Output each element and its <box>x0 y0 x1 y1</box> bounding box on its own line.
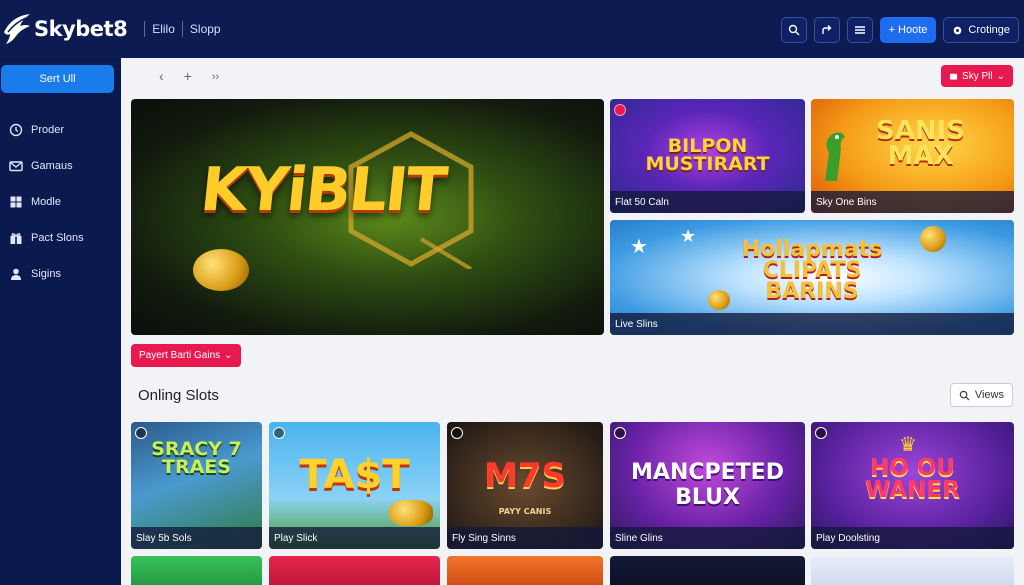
stay-dropdown-button[interactable]: Sky Pll ⌄ <box>941 65 1013 87</box>
slot-subtitle: PAYY CANIS <box>498 507 552 516</box>
featured-tile-bilpon[interactable]: BILPON MUSTIRART Flat 50 Caln <box>610 99 805 213</box>
sidebar-item-modle[interactable]: Modle <box>9 195 61 209</box>
slot-tile-partial[interactable] <box>610 556 805 585</box>
brand-logo[interactable]: Skybet8 <box>2 12 128 46</box>
back-icon[interactable]: ‹ <box>159 68 164 86</box>
search-button[interactable] <box>780 17 807 43</box>
gold-coin-icon <box>389 500 433 526</box>
slot-tile-partial[interactable] <box>131 556 262 585</box>
settings-icon <box>954 26 962 34</box>
sidebar-item-pact-slons[interactable]: Pact Slons <box>9 231 84 245</box>
top-actions: + Hoote Crotinge <box>780 17 1019 43</box>
share-arrow-icon <box>821 25 832 34</box>
badge-icon <box>614 104 626 116</box>
chevron-down-icon: ⌄ <box>996 70 1005 82</box>
crotinge-button[interactable]: Crotinge <box>943 17 1019 43</box>
top-bar: Skybet8 Elilo Slopp + Hoote Crotinge <box>0 0 1024 58</box>
hamburger-icon <box>854 26 865 34</box>
user-icon <box>11 268 21 280</box>
featured-title: SANIS MAX <box>875 116 965 171</box>
crown-icon: ♛ <box>899 434 917 456</box>
sidebar-item-label: Modle <box>31 196 61 208</box>
home-button[interactable]: + Hoote <box>879 17 937 43</box>
slot-tile-partial[interactable] <box>811 556 1014 585</box>
slot-tile-mancpeted-blux[interactable]: MANCPETED BLUX Sline Glins <box>610 422 805 549</box>
slot-tile-partial[interactable] <box>269 556 440 585</box>
slot-caption: Sline Glins <box>610 527 805 549</box>
forward-icon[interactable]: ›› <box>212 68 219 86</box>
sidebar-item-label: Pact Slons <box>31 232 84 244</box>
hero-banner[interactable]: KYiBLIT <box>131 99 604 335</box>
sidebar-item-label: Sigins <box>31 268 61 280</box>
slot-caption: Play Slick <box>269 527 440 549</box>
slot-caption: Play Doolsting <box>811 527 1014 549</box>
sidebar-cta-button[interactable]: Sert Ull <box>1 65 114 93</box>
nav-divider <box>181 21 183 37</box>
payout-label: Payert Barti Gains <box>139 350 221 361</box>
toolbar-nav: ‹ + ›› <box>159 68 219 86</box>
nav-link-elilo[interactable]: Elilo <box>152 22 175 36</box>
slot-title: MANCPETED BLUX <box>631 460 784 511</box>
top-nav: Elilo Slopp <box>137 21 221 37</box>
featured-caption: Live Slins <box>610 313 1014 335</box>
slot-tile-ho-ou-waner[interactable]: ♛ HO OU WANER Play Doolsting <box>811 422 1014 549</box>
featured-title: BILPON MUSTIRART <box>645 135 770 176</box>
slot-title: HO OU WANER <box>865 455 960 503</box>
gold-coin-icon <box>193 249 249 291</box>
sidebar-item-gamaus[interactable]: Gamaus <box>9 159 73 173</box>
badge-icon <box>273 427 285 439</box>
slot-tile-sracy[interactable]: SRACY 7 TRAES Slay 5b Sols <box>131 422 262 549</box>
sidebar-item-label: Gamaus <box>31 160 73 172</box>
add-icon[interactable]: + <box>184 68 192 86</box>
slot-title: M7S <box>484 456 566 496</box>
main-content: ‹ + ›› Sky Pll ⌄ KYiBLIT BILPON MUSTIRAR… <box>121 58 1024 585</box>
mail-icon <box>9 161 23 172</box>
slot-caption: Slay 5b Sols <box>131 527 262 549</box>
featured-caption: Flat 50 Caln <box>610 191 805 213</box>
clock-icon <box>9 123 23 137</box>
slot-tile-tast[interactable]: TA$T Play Slick <box>269 422 440 549</box>
sidebar-item-proder[interactable]: Proder <box>9 123 64 137</box>
wallet-icon <box>949 73 958 80</box>
views-label: Views <box>974 389 1004 401</box>
badge-icon <box>815 427 827 439</box>
bird-logo-icon <box>4 14 30 44</box>
badge-icon <box>135 427 147 439</box>
search-icon <box>788 24 800 36</box>
section-title: Onling Slots <box>138 387 219 404</box>
nav-link-slopp[interactable]: Slopp <box>190 22 221 36</box>
payout-dropdown-button[interactable]: Payert Barti Gains ⌄ <box>131 344 241 367</box>
gift-icon <box>10 233 22 244</box>
featured-title: Hollapmats CLIPATS BARINS <box>741 237 883 304</box>
chevron-down-icon: ⌄ <box>224 350 233 361</box>
search-icon <box>959 390 970 401</box>
slot-tile-m7s[interactable]: M7S PAYY CANIS Fly Sing Sinns <box>447 422 603 549</box>
slot-tile-partial[interactable] <box>447 556 603 585</box>
brand-name: Skybet8 <box>34 17 128 41</box>
nav-divider <box>144 21 146 37</box>
slot-title: TA$T <box>299 452 410 498</box>
slot-title: SRACY 7 TRAES <box>151 438 242 479</box>
sidebar: Sert Ull Proder Gamaus Modle Pact Slons … <box>0 58 121 585</box>
featured-caption: Sky One Bins <box>811 191 1014 213</box>
sidebar-item-label: Proder <box>31 124 65 136</box>
badge-icon <box>614 427 626 439</box>
slot-caption: Fly Sing Sinns <box>447 527 603 549</box>
crotinge-label: Crotinge <box>968 24 1010 36</box>
hero-title: KYiBLIT <box>197 155 449 225</box>
sidebar-item-sigins[interactable]: Sigins <box>9 267 61 281</box>
menu-button[interactable] <box>846 17 873 43</box>
share-button[interactable] <box>813 17 840 43</box>
badge-icon <box>451 427 463 439</box>
stay-label: Sky Pll <box>962 70 993 82</box>
views-button[interactable]: Views <box>949 383 1013 407</box>
featured-tile-clipats-barins[interactable]: ★ ★ Hollapmats CLIPATS BARINS Live Slins <box>610 220 1014 335</box>
featured-tile-sanis-max[interactable]: SANIS MAX Sky One Bins <box>811 99 1014 213</box>
grid-icon <box>10 196 22 208</box>
